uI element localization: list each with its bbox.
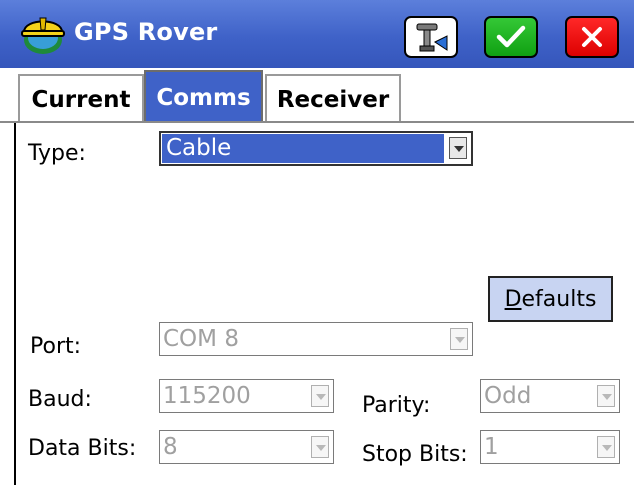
tab-comms[interactable]: Comms xyxy=(144,70,263,123)
tab-divider xyxy=(0,121,634,123)
port-value: COM 8 xyxy=(163,326,239,352)
parity-dropdown[interactable]: Odd xyxy=(480,379,620,413)
checkmark-icon xyxy=(496,25,526,48)
data-bits-value: 8 xyxy=(163,434,178,460)
parity-value: Odd xyxy=(484,383,532,409)
close-icon xyxy=(582,27,602,47)
type-label: Type: xyxy=(28,141,86,166)
parity-label: Parity: xyxy=(362,393,431,418)
antenna-settings-icon xyxy=(416,23,448,52)
chevron-down-icon[interactable] xyxy=(449,137,467,159)
type-dropdown[interactable]: Cable xyxy=(159,131,473,166)
type-value: Cable xyxy=(162,134,444,163)
window-title: GPS Rover xyxy=(74,18,218,46)
defaults-mnemonic: D xyxy=(504,286,522,312)
baud-dropdown[interactable]: 115200 xyxy=(159,379,334,413)
port-dropdown[interactable]: COM 8 xyxy=(159,322,473,356)
chevron-down-icon[interactable] xyxy=(597,436,615,458)
baud-value: 115200 xyxy=(163,383,251,409)
data-bits-dropdown[interactable]: 8 xyxy=(159,430,334,464)
content-border xyxy=(14,123,16,485)
chevron-down-icon[interactable] xyxy=(311,385,329,407)
tab-receiver[interactable]: Receiver xyxy=(265,74,401,123)
stop-bits-dropdown[interactable]: 1 xyxy=(480,430,620,464)
hardhat-rover-icon xyxy=(21,17,65,54)
cancel-button[interactable] xyxy=(565,16,619,58)
baud-label: Baud: xyxy=(28,387,92,412)
port-label: Port: xyxy=(30,334,82,359)
data-bits-label: Data Bits: xyxy=(28,436,137,461)
antenna-settings-button[interactable] xyxy=(404,16,458,58)
stop-bits-label: Stop Bits: xyxy=(362,442,468,467)
title-bar: GPS Rover xyxy=(0,0,634,68)
tab-current[interactable]: Current xyxy=(18,74,144,123)
ok-button[interactable] xyxy=(484,16,538,58)
chevron-down-icon[interactable] xyxy=(597,385,615,407)
defaults-button[interactable]: Defaults xyxy=(488,276,613,322)
stop-bits-value: 1 xyxy=(484,434,499,460)
defaults-label: efaults xyxy=(521,286,597,312)
chevron-down-icon[interactable] xyxy=(311,436,329,458)
chevron-down-icon[interactable] xyxy=(450,328,468,350)
